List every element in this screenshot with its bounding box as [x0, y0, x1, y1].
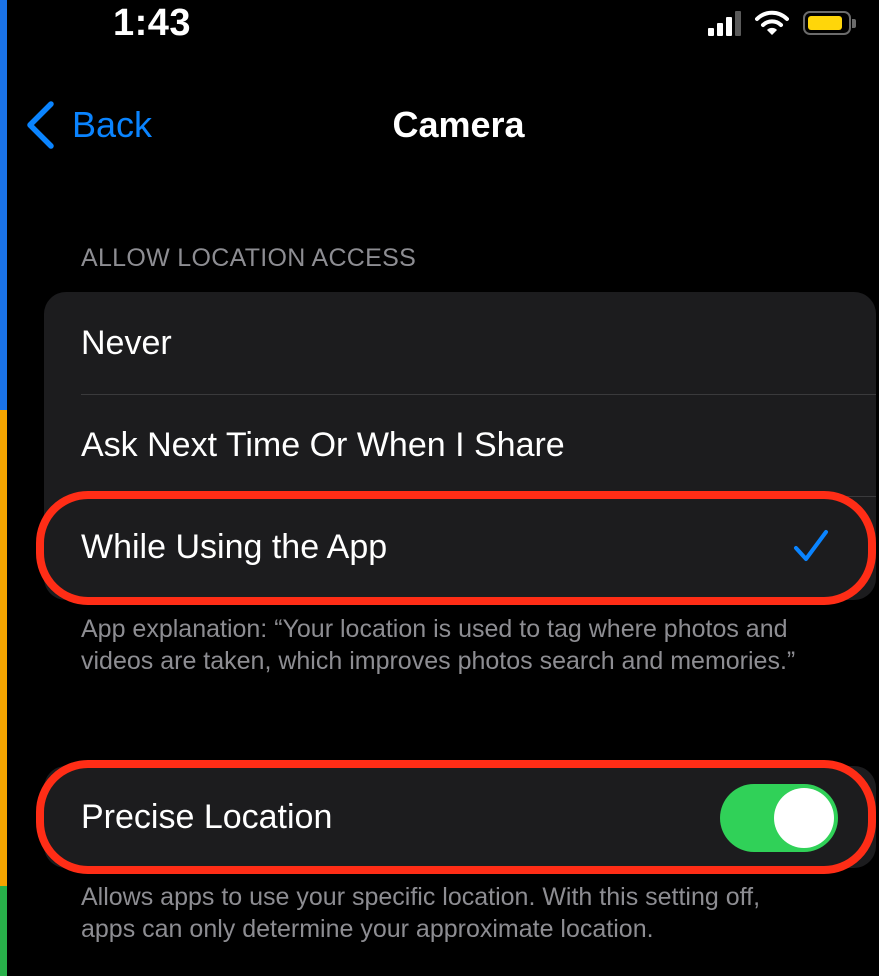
page-title: Camera — [392, 104, 525, 145]
cellular-signal-icon — [708, 10, 741, 36]
battery-icon — [803, 11, 856, 35]
option-while-using-app[interactable]: While Using the App — [44, 496, 876, 598]
status-icons — [708, 10, 856, 36]
checkmark-icon — [794, 530, 828, 561]
option-label: Never — [81, 323, 172, 362]
edge-strip-blue — [0, 0, 7, 410]
edge-strip-green — [0, 886, 7, 976]
location-access-options: Never Ask Next Time Or When I Share Whil… — [44, 292, 876, 600]
edge-strip-orange — [0, 410, 7, 886]
section-header: ALLOW LOCATION ACCESS — [81, 244, 417, 272]
wifi-icon — [755, 10, 789, 35]
toggle-knob — [774, 788, 834, 848]
option-ask-next-time[interactable]: Ask Next Time Or When I Share — [44, 394, 876, 496]
status-time: 1:43 — [113, 2, 192, 44]
location-settings-screen: 1:43 Back Camera ALLOW LOCATION ACCESS N… — [0, 0, 879, 976]
app-explanation-text: App explanation: “Your location is used … — [81, 615, 796, 675]
precise-location-toggle[interactable] — [720, 784, 838, 852]
precise-location-group: Precise Location — [44, 766, 876, 868]
precise-location-label: Precise Location — [81, 797, 333, 836]
option-label: While Using the App — [81, 527, 388, 566]
precise-location-description: Allows apps to use your specific locatio… — [81, 883, 761, 943]
option-label: Ask Next Time Or When I Share — [81, 425, 565, 464]
option-never[interactable]: Never — [44, 292, 876, 394]
precise-location-row: Precise Location — [44, 766, 876, 868]
